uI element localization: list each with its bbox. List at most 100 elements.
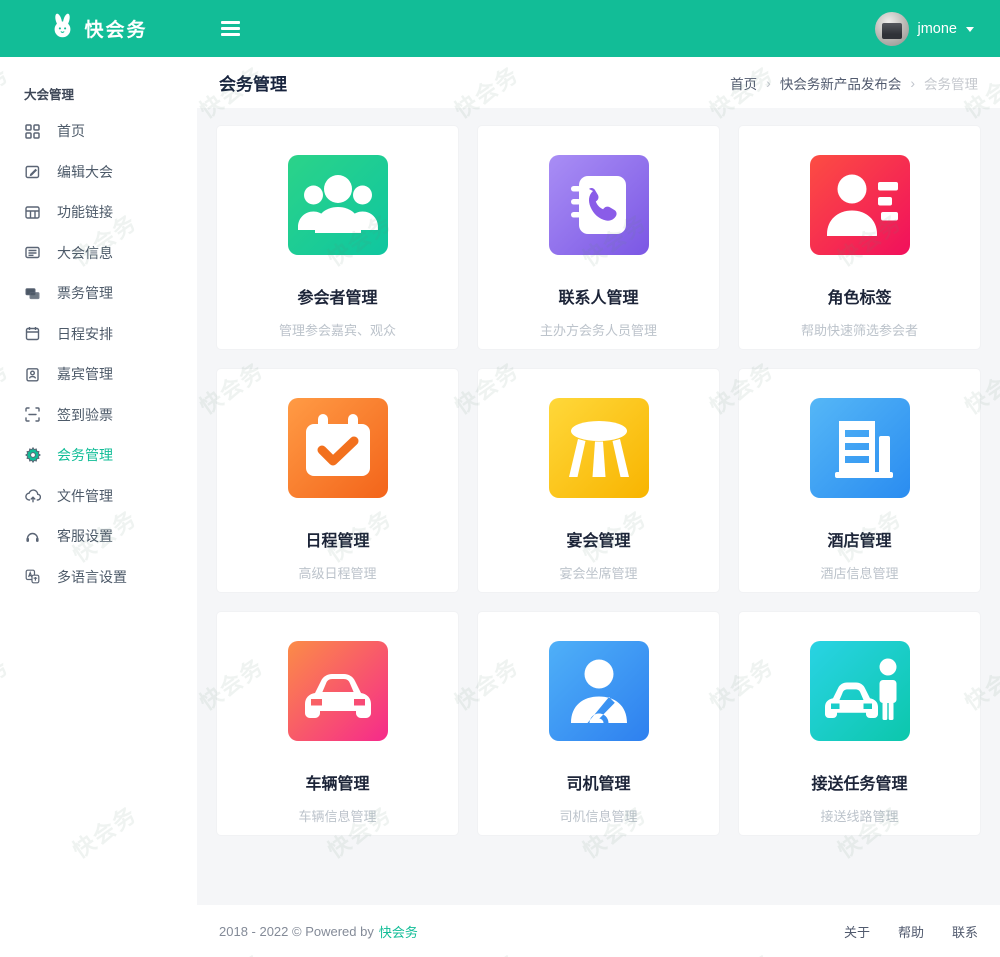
contact-book-icon [549, 155, 649, 255]
sidebar-item-label: 大会信息 [57, 243, 113, 263]
sidebar-item-label: 日程安排 [57, 324, 113, 344]
breadcrumb-current: 会务管理 [924, 73, 978, 93]
sidebar: 大会管理 首页 编辑大会 [0, 57, 197, 957]
sidebar-item-edit-conference[interactable]: 编辑大会 [0, 152, 197, 193]
card-vehicles[interactable]: 车辆管理 车辆信息管理 [217, 612, 458, 835]
breadcrumb: 首页 › 快会务新产品发布会 › 会务管理 [730, 73, 978, 93]
sidebar-item-label: 首页 [57, 121, 85, 141]
card-title: 司机管理 [478, 770, 719, 794]
rabbit-logo-icon [49, 13, 76, 44]
edit-pencil-icon [24, 163, 41, 180]
scan-checkin-icon [24, 406, 41, 423]
footer-brand-link[interactable]: 快会务 [379, 922, 418, 941]
sidebar-item-conference-info[interactable]: 大会信息 [0, 233, 197, 274]
calendar-check-icon [288, 398, 388, 498]
sidebar-item-conference-services[interactable]: 会务管理 [0, 435, 197, 476]
card-shuttle-tasks[interactable]: 接送任务管理 接送线路管理 [739, 612, 980, 835]
participants-group-icon [288, 155, 388, 255]
cloud-upload-icon [24, 487, 41, 504]
card-title: 角色标签 [739, 284, 980, 308]
main-area: 会务管理 首页 › 快会务新产品发布会 › 会务管理 [197, 57, 1000, 957]
footer: 2018 - 2022 © Powered by 快会务 关于 帮助 联系 [197, 905, 1000, 957]
sidebar-item-home[interactable]: 首页 [0, 111, 197, 152]
brand-title: 快会务 [84, 15, 147, 42]
chevron-down-icon [966, 27, 974, 32]
card-subtitle: 帮助快速筛选参会者 [739, 320, 980, 339]
card-contacts[interactable]: 联系人管理 主办方会务人员管理 [478, 126, 719, 349]
card-banquet[interactable]: 宴会管理 宴会坐席管理 [478, 369, 719, 592]
card-title: 日程管理 [217, 527, 458, 551]
banquet-stool-icon [549, 398, 649, 498]
card-subtitle: 高级日程管理 [217, 563, 458, 582]
sidebar-item-checkin[interactable]: 签到验票 [0, 395, 197, 436]
brand-logo[interactable]: 快会务 [0, 13, 197, 44]
card-subtitle: 接送线路管理 [739, 806, 980, 825]
card-title: 车辆管理 [217, 770, 458, 794]
sidebar-item-label: 签到验票 [57, 405, 113, 425]
sidebar-item-label: 文件管理 [57, 486, 113, 506]
sidebar-item-label: 客服设置 [57, 526, 113, 546]
card-subtitle: 车辆信息管理 [217, 806, 458, 825]
footer-link-contact[interactable]: 联系 [952, 922, 978, 941]
role-tag-icon [810, 155, 910, 255]
app-header: 快会务 jmone [0, 0, 1000, 57]
calendar-icon [24, 325, 41, 342]
content: 参会者管理 管理参会嘉宾、观众 联系人管理 [197, 108, 1000, 905]
card-schedule[interactable]: 日程管理 高级日程管理 [217, 369, 458, 592]
card-title: 联系人管理 [478, 284, 719, 308]
tickets-icon [24, 285, 41, 302]
card-subtitle: 宴会坐席管理 [478, 563, 719, 582]
gear-icon [24, 447, 41, 464]
sidebar-item-multilanguage[interactable]: 多语言设置 [0, 557, 197, 598]
card-subtitle: 酒店信息管理 [739, 563, 980, 582]
driver-icon [549, 641, 649, 741]
sidebar-item-guests[interactable]: 嘉宾管理 [0, 354, 197, 395]
menu-toggle-button[interactable] [211, 8, 250, 50]
card-title: 酒店管理 [739, 527, 980, 551]
sidebar-item-label: 多语言设置 [57, 567, 127, 587]
guest-badge-icon [24, 366, 41, 383]
breadcrumb-separator: › [766, 75, 771, 91]
footer-link-help[interactable]: 帮助 [898, 922, 924, 941]
sidebar-item-files[interactable]: 文件管理 [0, 476, 197, 517]
copyright-text: 2018 - 2022 © Powered by [219, 924, 374, 939]
breadcrumb-separator: › [910, 75, 915, 91]
sidebar-item-label: 功能链接 [57, 202, 113, 222]
card-hotel[interactable]: 酒店管理 酒店信息管理 [739, 369, 980, 592]
sidebar-item-tickets[interactable]: 票务管理 [0, 273, 197, 314]
shuttle-icon [810, 641, 910, 741]
card-drivers[interactable]: 司机管理 司机信息管理 [478, 612, 719, 835]
dashboard-grid-icon [24, 123, 41, 140]
table-grid-icon [24, 204, 41, 221]
card-participants[interactable]: 参会者管理 管理参会嘉宾、观众 [217, 126, 458, 349]
user-menu[interactable]: jmone [875, 12, 1000, 46]
sidebar-item-support[interactable]: 客服设置 [0, 516, 197, 557]
car-icon [288, 641, 388, 741]
sidebar-item-schedule[interactable]: 日程安排 [0, 314, 197, 355]
sidebar-item-function-links[interactable]: 功能链接 [0, 192, 197, 233]
headset-icon [24, 528, 41, 545]
card-title: 参会者管理 [217, 284, 458, 308]
footer-links: 关于 帮助 联系 [844, 922, 978, 941]
sidebar-section-label: 大会管理 [0, 57, 197, 111]
list-info-icon [24, 244, 41, 261]
breadcrumb-home[interactable]: 首页 [730, 73, 757, 93]
footer-copyright: 2018 - 2022 © Powered by 快会务 [219, 922, 418, 941]
footer-link-about[interactable]: 关于 [844, 922, 870, 941]
module-grid: 参会者管理 管理参会嘉宾、观众 联系人管理 [217, 126, 980, 835]
user-name: jmone [918, 21, 958, 37]
card-title: 宴会管理 [478, 527, 719, 551]
sidebar-item-label: 会务管理 [57, 445, 113, 465]
card-role-tags[interactable]: 角色标签 帮助快速筛选参会者 [739, 126, 980, 349]
title-bar: 会务管理 首页 › 快会务新产品发布会 › 会务管理 [197, 57, 1000, 108]
card-subtitle: 司机信息管理 [478, 806, 719, 825]
sidebar-item-label: 嘉宾管理 [57, 364, 113, 384]
card-subtitle: 管理参会嘉宾、观众 [217, 320, 458, 339]
language-icon [24, 568, 41, 585]
card-subtitle: 主办方会务人员管理 [478, 320, 719, 339]
card-title: 接送任务管理 [739, 770, 980, 794]
breadcrumb-event[interactable]: 快会务新产品发布会 [780, 73, 902, 93]
avatar [875, 12, 909, 46]
hotel-building-icon [810, 398, 910, 498]
sidebar-item-label: 票务管理 [57, 283, 113, 303]
